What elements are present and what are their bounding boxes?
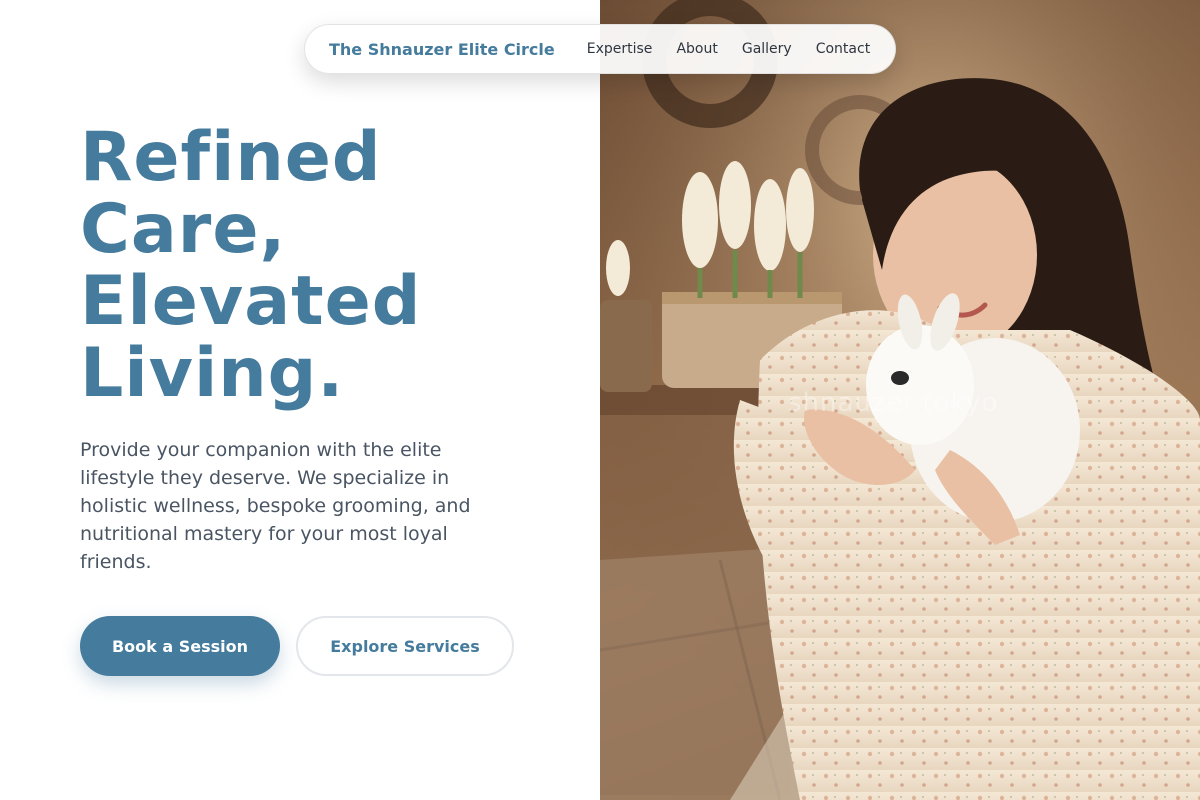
hero-photo: shnauzer.tokyo — [600, 0, 1200, 800]
nav-link-expertise[interactable]: Expertise — [587, 41, 653, 57]
nav-link-contact[interactable]: Contact — [816, 41, 870, 57]
book-session-button[interactable]: Book a Session — [80, 616, 280, 676]
hero-description: Provide your companion with the elite li… — [80, 439, 471, 573]
explore-services-button[interactable]: Explore Services — [296, 616, 514, 676]
headline-line: Elevated — [80, 262, 422, 341]
nav-link-about[interactable]: About — [676, 41, 717, 57]
brand-logo[interactable]: The Shnauzer Elite Circle — [329, 40, 555, 59]
top-nav: The Shnauzer Elite Circle Expertise Abou… — [304, 24, 896, 74]
headline-line: Living. — [80, 334, 345, 413]
page: Refined Care, Elevated Living. Provide y… — [0, 0, 1200, 800]
headline-line: Refined — [80, 118, 382, 197]
watermark: shnauzer.tokyo — [788, 388, 999, 418]
hero-left-panel: Refined Care, Elevated Living. Provide y… — [0, 0, 600, 800]
hero-headline: Refined Care, Elevated Living. — [80, 122, 580, 410]
headline-line: Care, — [80, 190, 287, 269]
nav-link-gallery[interactable]: Gallery — [742, 41, 792, 57]
